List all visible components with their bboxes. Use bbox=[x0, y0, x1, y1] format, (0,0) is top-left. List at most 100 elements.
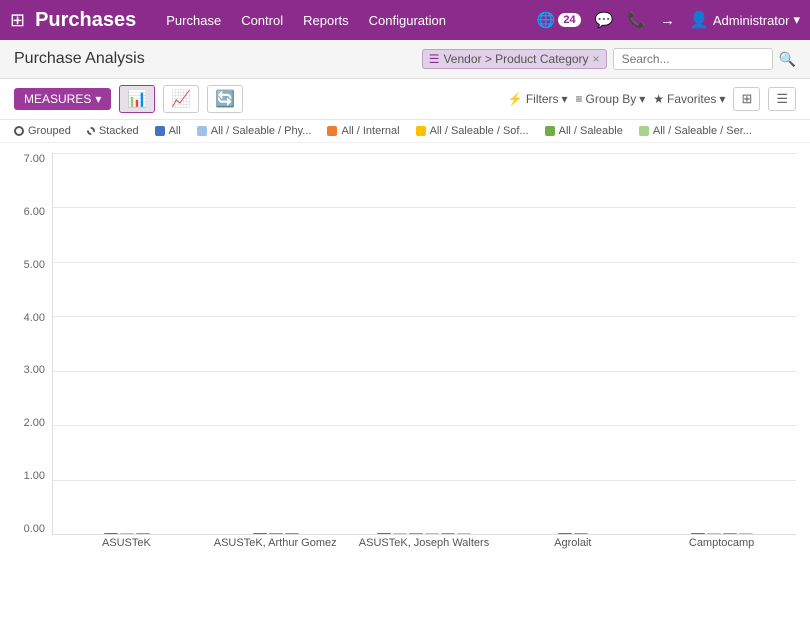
bar-4-3 bbox=[739, 533, 753, 534]
measures-label: MEASURES bbox=[24, 92, 91, 106]
bar-2-1 bbox=[393, 533, 407, 534]
bar-1-1 bbox=[269, 533, 283, 534]
y-label-7: 7.00 bbox=[24, 153, 45, 165]
search-button[interactable]: 🔍 bbox=[779, 51, 796, 68]
bar-group-4 bbox=[647, 533, 796, 534]
bar-4-1 bbox=[707, 533, 721, 534]
legend-saleable: All / Saleable bbox=[545, 125, 623, 137]
bar-2-0 bbox=[377, 533, 391, 534]
grid-icon[interactable]: ⊞ bbox=[10, 10, 25, 31]
grouped-label: Grouped bbox=[28, 125, 71, 137]
x-axis: ASUSTeK ASUSTeK, Arthur Gomez ASUSTeK, J… bbox=[52, 537, 796, 565]
bar-1-0 bbox=[253, 533, 267, 534]
bar-group-0 bbox=[53, 533, 202, 534]
legend-saleable-sof: All / Saleable / Sof... bbox=[416, 125, 529, 137]
x-label-1: ASUSTeK, Arthur Gomez bbox=[201, 537, 350, 565]
internal-label: All / Internal bbox=[341, 125, 399, 137]
x-label-4: Camptocamp bbox=[647, 537, 796, 565]
y-axis: 7.00 6.00 5.00 4.00 3.00 2.00 1.00 0.00 bbox=[14, 153, 49, 535]
nav-purchase[interactable]: Purchase bbox=[166, 9, 221, 32]
internal-color bbox=[327, 126, 337, 136]
page-title: Purchase Analysis bbox=[14, 50, 145, 68]
stacked-label: Stacked bbox=[99, 125, 139, 137]
nav-control[interactable]: Control bbox=[241, 9, 283, 32]
nav-reports[interactable]: Reports bbox=[303, 9, 349, 32]
y-label-2: 2.00 bbox=[24, 417, 45, 429]
bar-group-1 bbox=[202, 533, 351, 534]
list-view-button[interactable]: ☰ bbox=[768, 87, 796, 111]
saleable-sof-label: All / Saleable / Sof... bbox=[430, 125, 529, 137]
saleable-ser-label: All / Saleable / Ser... bbox=[653, 125, 752, 137]
toolbar: MEASURES ▾ 📊 📈 🔄 ⚡Filters▾ ≡Group By▾ ★F… bbox=[0, 79, 810, 120]
legend-saleable-phy: All / Saleable / Phy... bbox=[197, 125, 312, 137]
saleable-sof-color bbox=[416, 126, 426, 136]
y-label-1: 1.00 bbox=[24, 470, 45, 482]
bar-group-3 bbox=[499, 533, 648, 534]
bar-group-2 bbox=[350, 533, 499, 534]
bar-0-0 bbox=[104, 533, 118, 534]
user-name: Administrator bbox=[713, 13, 790, 28]
saleable-ser-color bbox=[639, 126, 649, 136]
bar-2-2 bbox=[409, 533, 423, 534]
sub-header: Purchase Analysis ☰ Vendor > Product Cat… bbox=[0, 40, 810, 79]
bar-2-5 bbox=[457, 533, 471, 534]
notification-badge: 24 bbox=[558, 13, 580, 27]
phone-icon[interactable]: 📞 bbox=[627, 11, 646, 29]
bar-4-0 bbox=[691, 533, 705, 534]
grouped-dot bbox=[14, 126, 24, 136]
top-navigation: ⊞ Purchases Purchase Control Reports Con… bbox=[0, 0, 810, 40]
nav-configuration[interactable]: Configuration bbox=[369, 9, 446, 32]
legend-stacked: Stacked bbox=[87, 125, 139, 137]
legend-grouped: Grouped bbox=[14, 125, 71, 137]
bar-chart-button[interactable]: 📊 bbox=[119, 85, 155, 113]
filters-button[interactable]: ⚡Filters▾ bbox=[508, 92, 568, 106]
search-area: ☰ Vendor > Product Category × 🔍 bbox=[422, 48, 796, 70]
chat-icon[interactable]: 💬 bbox=[595, 11, 614, 29]
user-icon: 👤 bbox=[689, 10, 709, 30]
grid-view-button[interactable]: ⊞ bbox=[733, 87, 760, 111]
chart-legend: Grouped Stacked All All / Saleable / Phy… bbox=[0, 120, 810, 143]
login-icon[interactable]: → bbox=[660, 12, 675, 29]
search-input[interactable] bbox=[613, 48, 773, 70]
bar-2-4 bbox=[441, 533, 455, 534]
y-label-5: 5.00 bbox=[24, 259, 45, 271]
measures-dropdown-icon: ▾ bbox=[95, 92, 101, 106]
nav-menu: Purchase Control Reports Configuration bbox=[166, 9, 536, 32]
x-label-3: Agrolait bbox=[498, 537, 647, 565]
chart-container: 7.00 6.00 5.00 4.00 3.00 2.00 1.00 0.00 … bbox=[0, 143, 810, 595]
x-label-2: ASUSTeK, Joseph Walters bbox=[350, 537, 499, 565]
bar-0-2 bbox=[136, 533, 150, 534]
line-chart-button[interactable]: 📈 bbox=[163, 85, 199, 113]
bar-1-2 bbox=[285, 533, 299, 534]
y-label-3: 3.00 bbox=[24, 364, 45, 376]
bars-area bbox=[53, 153, 796, 534]
globe-icon[interactable]: 🌐 bbox=[537, 11, 556, 29]
saleable-label: All / Saleable bbox=[559, 125, 623, 137]
bar-2-3 bbox=[425, 533, 439, 534]
filter-tag-label: Vendor > Product Category bbox=[443, 52, 588, 66]
bar-3-1 bbox=[574, 533, 588, 534]
all-label: All bbox=[169, 125, 181, 137]
legend-all: All bbox=[155, 125, 181, 137]
pie-chart-button[interactable]: 🔄 bbox=[207, 85, 243, 113]
saleable-color bbox=[545, 126, 555, 136]
chart-plot bbox=[52, 153, 796, 535]
user-menu[interactable]: 👤 Administrator ▾ bbox=[689, 10, 800, 30]
bar-3-0 bbox=[558, 533, 572, 534]
filter-tag-close[interactable]: × bbox=[593, 52, 600, 66]
saleable-phy-color bbox=[197, 126, 207, 136]
favorites-button[interactable]: ★Favorites▾ bbox=[653, 92, 725, 106]
all-color bbox=[155, 126, 165, 136]
user-dropdown-icon: ▾ bbox=[793, 12, 800, 28]
bar-0-1 bbox=[120, 533, 134, 534]
x-label-0: ASUSTeK bbox=[52, 537, 201, 565]
y-label-4: 4.00 bbox=[24, 312, 45, 324]
group-by-button[interactable]: ≡Group By▾ bbox=[576, 92, 646, 106]
filter-tag: ☰ Vendor > Product Category × bbox=[422, 49, 607, 69]
stacked-dot bbox=[87, 127, 95, 135]
measures-button[interactable]: MEASURES ▾ bbox=[14, 88, 111, 110]
toolbar-right: ⚡Filters▾ ≡Group By▾ ★Favorites▾ ⊞ ☰ bbox=[508, 87, 796, 111]
y-label-6: 6.00 bbox=[24, 206, 45, 218]
chart-wrap: 7.00 6.00 5.00 4.00 3.00 2.00 1.00 0.00 … bbox=[14, 153, 796, 565]
legend-saleable-ser: All / Saleable / Ser... bbox=[639, 125, 752, 137]
